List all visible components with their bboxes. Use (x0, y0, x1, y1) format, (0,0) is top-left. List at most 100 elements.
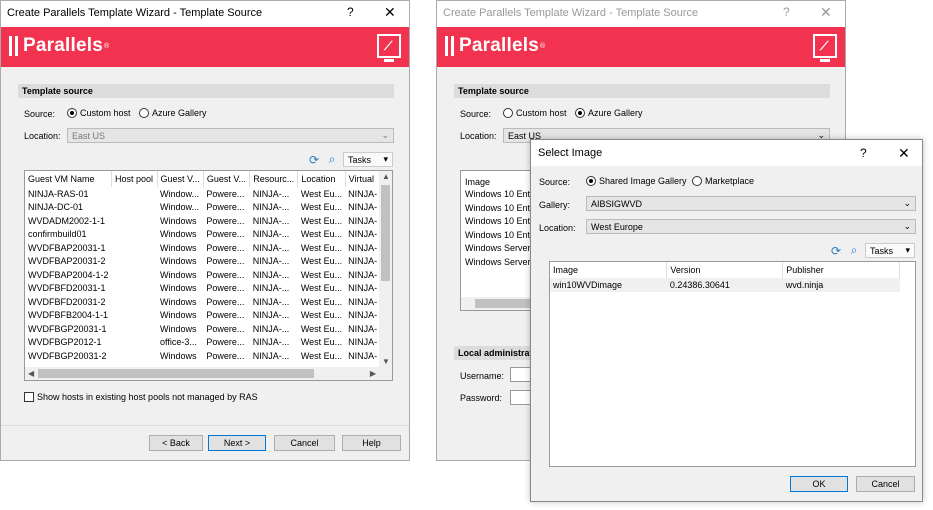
table-cell: West Eu... (300, 310, 343, 321)
refresh-icon[interactable]: ⟳ (307, 153, 321, 167)
table-cell: NINJA-... (252, 337, 290, 348)
table-row[interactable]: WVDFBFB2004-1-1 Windows Powere... NINJA-...… (25, 309, 381, 323)
dialog-title: Select Image (538, 147, 603, 159)
back-button[interactable]: < Back (149, 435, 203, 451)
help-icon[interactable]: ? (783, 5, 790, 19)
table-row[interactable]: WVDFBAP2004-1-2 Windows Powere... NINJA-...… (25, 268, 381, 282)
table-cell (112, 255, 157, 269)
table-cell: NINJA-... (252, 256, 290, 267)
source-label: Source: (24, 109, 56, 119)
chevron-down-icon: ⌄ (381, 130, 389, 140)
table-cell: West Eu... (300, 269, 343, 280)
table-cell (112, 282, 157, 296)
table-cell: Powere... (206, 283, 245, 294)
table-cell: NINJA- (348, 256, 378, 267)
dialog-title-bar: Select Image ? ✕ (531, 140, 922, 166)
table-cell: Powere... (206, 269, 245, 280)
location-label: Location: (460, 131, 497, 141)
checkbox-icon (24, 392, 34, 402)
table-cell: West Eu... (300, 256, 343, 267)
table-row[interactable]: NINJA-DC-01 Window... Powere... NINJA-... We… (25, 201, 381, 215)
column-header[interactable]: Guest V... (157, 171, 204, 187)
column-header[interactable]: Guest V... (203, 171, 251, 187)
radio-shared-image-gallery[interactable]: Shared Image Gallery (586, 176, 687, 186)
table-row[interactable]: win10WVDimage 0.24386.30641 wvd.ninja (550, 278, 900, 292)
radio-on-icon (575, 108, 585, 118)
table-row[interactable]: WVDFBGP2012-1 office-3... Powere... NINJA-.… (25, 336, 381, 350)
scroll-left-icon[interactable]: ◀ (28, 369, 34, 378)
table-cell: office-3... (160, 337, 197, 348)
column-header[interactable]: Publisher (782, 262, 900, 278)
table-row[interactable]: WVDADM2002-1-1 Windows Powere... NINJA-... W… (25, 214, 381, 228)
radio-custom-host[interactable]: Custom host (503, 108, 567, 118)
refresh-icon[interactable]: ⟳ (829, 244, 843, 258)
table-cell: NINJA- (348, 283, 378, 294)
table-cell: WVDFBGP2012-1 (28, 337, 102, 348)
radio-custom-host[interactable]: Custom host (67, 108, 131, 118)
table-cell: WVDFBAP20031-1 (28, 242, 106, 253)
table-cell: Powere... (206, 337, 245, 348)
table-cell: Windows (160, 323, 197, 334)
table-row[interactable]: confirmbuild01 Windows Powere... NINJA-... W… (25, 228, 381, 242)
scroll-right-icon[interactable]: ▶ (370, 369, 376, 378)
column-header[interactable]: Location (297, 171, 346, 187)
table-cell: Windows (160, 256, 197, 267)
cancel-button[interactable]: Cancel (856, 476, 915, 492)
column-header[interactable]: Version (666, 262, 784, 278)
image-results-table: Image Version Publisher win10WVDimage 0.2… (549, 261, 916, 467)
table-cell: West Eu... (300, 202, 343, 213)
table-row[interactable]: WVDFBGP20031-1 Windows Powere... NINJA-... W… (25, 322, 381, 336)
horizontal-scrollbar[interactable]: ◀ ▶ (25, 367, 379, 380)
close-icon[interactable]: ✕ (898, 145, 910, 162)
radio-marketplace[interactable]: Marketplace (692, 176, 754, 186)
tasks-dropdown[interactable]: Tasks ▾ (343, 152, 393, 167)
table-cell: Powere... (206, 242, 245, 253)
table-cell (112, 228, 157, 242)
help-button[interactable]: Help (342, 435, 401, 451)
next-button[interactable]: Next > (208, 435, 266, 451)
table-row[interactable]: WVDFBGP20031-2 Windows Powere... NINJA-... W… (25, 349, 381, 363)
cancel-button[interactable]: Cancel (274, 435, 335, 451)
table-cell: Powere... (206, 256, 245, 267)
search-icon[interactable]: ⌕ (325, 152, 339, 167)
scroll-thumb[interactable] (38, 369, 314, 378)
show-hosts-checkbox[interactable]: Show hosts in existing host pools not ma… (24, 392, 258, 402)
ok-button[interactable]: OK (790, 476, 848, 492)
column-header[interactable]: Resourc... (249, 171, 299, 187)
close-icon[interactable]: ✕ (384, 4, 396, 21)
scroll-thumb[interactable] (381, 185, 390, 281)
radio-azure-gallery[interactable]: Azure Gallery (575, 108, 643, 118)
column-header[interactable]: Image (550, 262, 668, 278)
table-row[interactable]: WVDFBFD20031-2 Windows Powere... NINJA-... W… (25, 295, 381, 309)
radio-azure-gallery[interactable]: Azure Gallery (139, 108, 207, 118)
location-select[interactable]: West Europe ⌄ (586, 219, 916, 234)
table-cell (112, 241, 157, 255)
column-header[interactable]: Virtual (345, 171, 382, 187)
table-cell: NINJA- (348, 350, 378, 361)
help-icon[interactable]: ? (347, 5, 354, 19)
table-row[interactable]: NINJA-RAS-01 Window... Powere... NINJA-... W… (25, 187, 381, 201)
scroll-thumb[interactable] (475, 299, 535, 308)
column-header[interactable]: Host pool (111, 171, 158, 187)
scroll-up-icon[interactable]: ▲ (382, 172, 390, 181)
tasks-dropdown[interactable]: Tasks ▾ (865, 243, 915, 258)
table-row[interactable]: WVDFBAP20031-2 Windows Powere... NINJA-... W… (25, 255, 381, 269)
table-cell: NINJA-... (252, 350, 290, 361)
table-row[interactable]: WVDFBFD20031-1 Windows Powere... NINJA-... W… (25, 282, 381, 296)
gallery-select[interactable]: AIBSIGWVD ⌄ (586, 196, 916, 211)
column-header[interactable]: Guest VM Name (25, 171, 113, 187)
table-cell: NINJA- (348, 323, 378, 334)
table-header-row: Image Version Publisher (550, 262, 900, 278)
location-select[interactable]: East US ⌄ (67, 128, 394, 143)
wizard-footer: < Back Next > Cancel Help (1, 425, 409, 460)
help-icon[interactable]: ? (860, 146, 867, 160)
table-cell: West Eu... (300, 337, 343, 348)
section-template-source: Template source (454, 84, 830, 98)
close-icon[interactable]: ✕ (820, 4, 832, 21)
vertical-scrollbar[interactable]: ▲ ▼ (379, 171, 392, 380)
table-cell: NINJA- (348, 202, 378, 213)
search-icon[interactable]: ⌕ (847, 243, 861, 258)
scroll-down-icon[interactable]: ▼ (382, 357, 390, 366)
table-cell: Windows (160, 283, 197, 294)
table-row[interactable]: WVDFBAP20031-1 Windows Powere... NINJA-... W… (25, 241, 381, 255)
